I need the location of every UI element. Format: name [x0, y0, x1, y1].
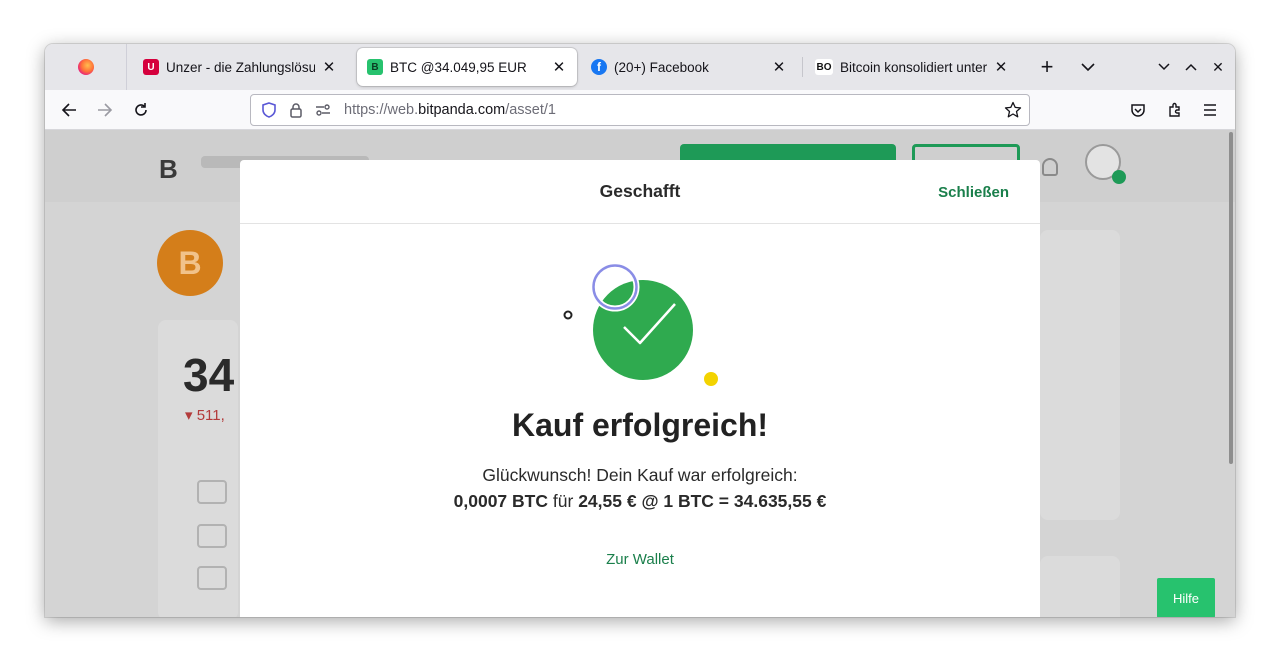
url-host: bitpanda.com — [418, 102, 506, 118]
btc-echo-icon: BO — [815, 59, 833, 75]
chevron-down-icon — [1158, 63, 1170, 71]
purchase-summary: 0,0007 BTC für 24,55 € @ 1 BTC = 34.635,… — [240, 491, 1040, 512]
success-headline: Kauf erfolgreich! — [511, 407, 769, 443]
app-menu-button[interactable] — [1196, 96, 1224, 124]
tab-bitpanda[interactable]: B BTC @34.049,95 EUR ✕ — [357, 48, 577, 86]
bell-icon[interactable] — [1042, 158, 1058, 176]
side-card — [1040, 230, 1120, 520]
chart-tool-icon[interactable] — [197, 524, 227, 548]
forward-button[interactable] — [91, 96, 119, 124]
help-button[interactable]: Hilfe — [1157, 578, 1215, 617]
reload-button[interactable] — [127, 96, 155, 124]
for-label: für — [552, 491, 574, 511]
close-icon[interactable]: ✕ — [551, 59, 567, 76]
list-all-tabs-button[interactable] — [1076, 55, 1100, 79]
browser-window: U Unzer - die Zahlungslösung ✕ B BTC @34… — [45, 44, 1235, 617]
dialog-title: Geschafft — [599, 181, 681, 201]
tab-separator — [802, 57, 803, 77]
tab-title: BTC @34.049,95 EUR — [390, 59, 527, 75]
close-window-button[interactable]: ✕ — [1206, 55, 1230, 79]
wallet-link[interactable]: Zur Wallet — [240, 551, 1040, 568]
chevron-up-icon — [1185, 63, 1197, 71]
bitcoin-icon: B — [157, 230, 223, 296]
lock-icon[interactable] — [286, 100, 306, 120]
navigation-toolbar: https://web.bitpanda.com/asset/1 — [45, 90, 1235, 130]
tab-facebook[interactable]: f (20+) Facebook ✕ — [581, 48, 797, 86]
pocket-button[interactable] — [1124, 96, 1152, 124]
arrow-right-icon — [98, 103, 113, 117]
page-content: B B 34 ▾ 511, Geschafft Schließen Kauf e… — [45, 130, 1235, 617]
close-icon[interactable]: ✕ — [321, 59, 337, 76]
success-dialog: Geschafft Schließen Kauf erfolgreich! Gl… — [240, 160, 1040, 617]
side-card — [1040, 556, 1120, 617]
price-change: ▾ 511, — [185, 407, 225, 424]
unzer-icon: U — [143, 59, 159, 75]
arrow-left-icon — [61, 103, 76, 117]
extensions-button[interactable] — [1161, 96, 1189, 124]
status-badge — [1112, 170, 1126, 184]
shield-icon[interactable] — [259, 100, 279, 120]
reload-icon — [135, 103, 147, 116]
dialog-header: Geschafft Schließen — [240, 160, 1040, 224]
scrollbar[interactable] — [1229, 132, 1233, 464]
bitpanda-icon: B — [367, 59, 383, 75]
close-icon[interactable]: ✕ — [771, 59, 787, 76]
tab-title: Unzer - die Zahlungslösung — [166, 59, 315, 75]
exchange-rate: @ 1 BTC = 34.635,55 € — [641, 491, 827, 511]
tab-unzer[interactable]: U Unzer - die Zahlungslösung ✕ — [133, 48, 347, 86]
url-path: /asset/1 — [505, 102, 556, 118]
new-tab-button[interactable]: + — [1035, 54, 1059, 79]
success-check-icon — [563, 262, 718, 386]
tab-strip: U Unzer - die Zahlungslösung ✕ B BTC @34… — [45, 44, 1235, 90]
chart-tool-icon[interactable] — [197, 566, 227, 590]
chart-tool-icon[interactable] — [197, 480, 227, 504]
close-icon[interactable]: ✕ — [993, 59, 1009, 76]
minimize-button[interactable] — [1152, 55, 1176, 79]
tab-btc-echo[interactable]: BO Bitcoin konsolidiert unter 3 ✕ — [805, 48, 1019, 86]
url-bar[interactable]: https://web.bitpanda.com/asset/1 — [250, 94, 1030, 126]
facebook-icon: f — [591, 59, 607, 75]
back-button[interactable] — [55, 96, 83, 124]
asset-price: 34 — [183, 349, 235, 401]
firefox-view-button[interactable] — [45, 44, 127, 90]
puzzle-icon — [1169, 102, 1180, 117]
close-button[interactable]: Schließen — [938, 184, 1009, 201]
chevron-down-icon — [1081, 62, 1095, 71]
firefox-icon — [77, 59, 94, 75]
success-message: Glückwunsch! Dein Kauf war erfolgreich: — [482, 465, 798, 485]
tab-title: Bitcoin konsolidiert unter 3 — [840, 59, 987, 75]
hamburger-icon — [1204, 104, 1216, 116]
bitpanda-logo[interactable]: B — [159, 154, 178, 185]
purchase-amount: 0,0007 BTC — [453, 491, 548, 511]
permissions-icon[interactable] — [313, 100, 333, 120]
url-prefix: https://web. — [344, 102, 419, 118]
purchase-price: 24,55 € — [578, 491, 637, 511]
url-text[interactable]: https://web.bitpanda.com/asset/1 — [344, 102, 556, 118]
pocket-icon — [1131, 103, 1145, 117]
maximize-button[interactable] — [1179, 55, 1203, 79]
bookmark-star-icon[interactable] — [1003, 100, 1023, 120]
tab-title: (20+) Facebook — [614, 59, 709, 75]
